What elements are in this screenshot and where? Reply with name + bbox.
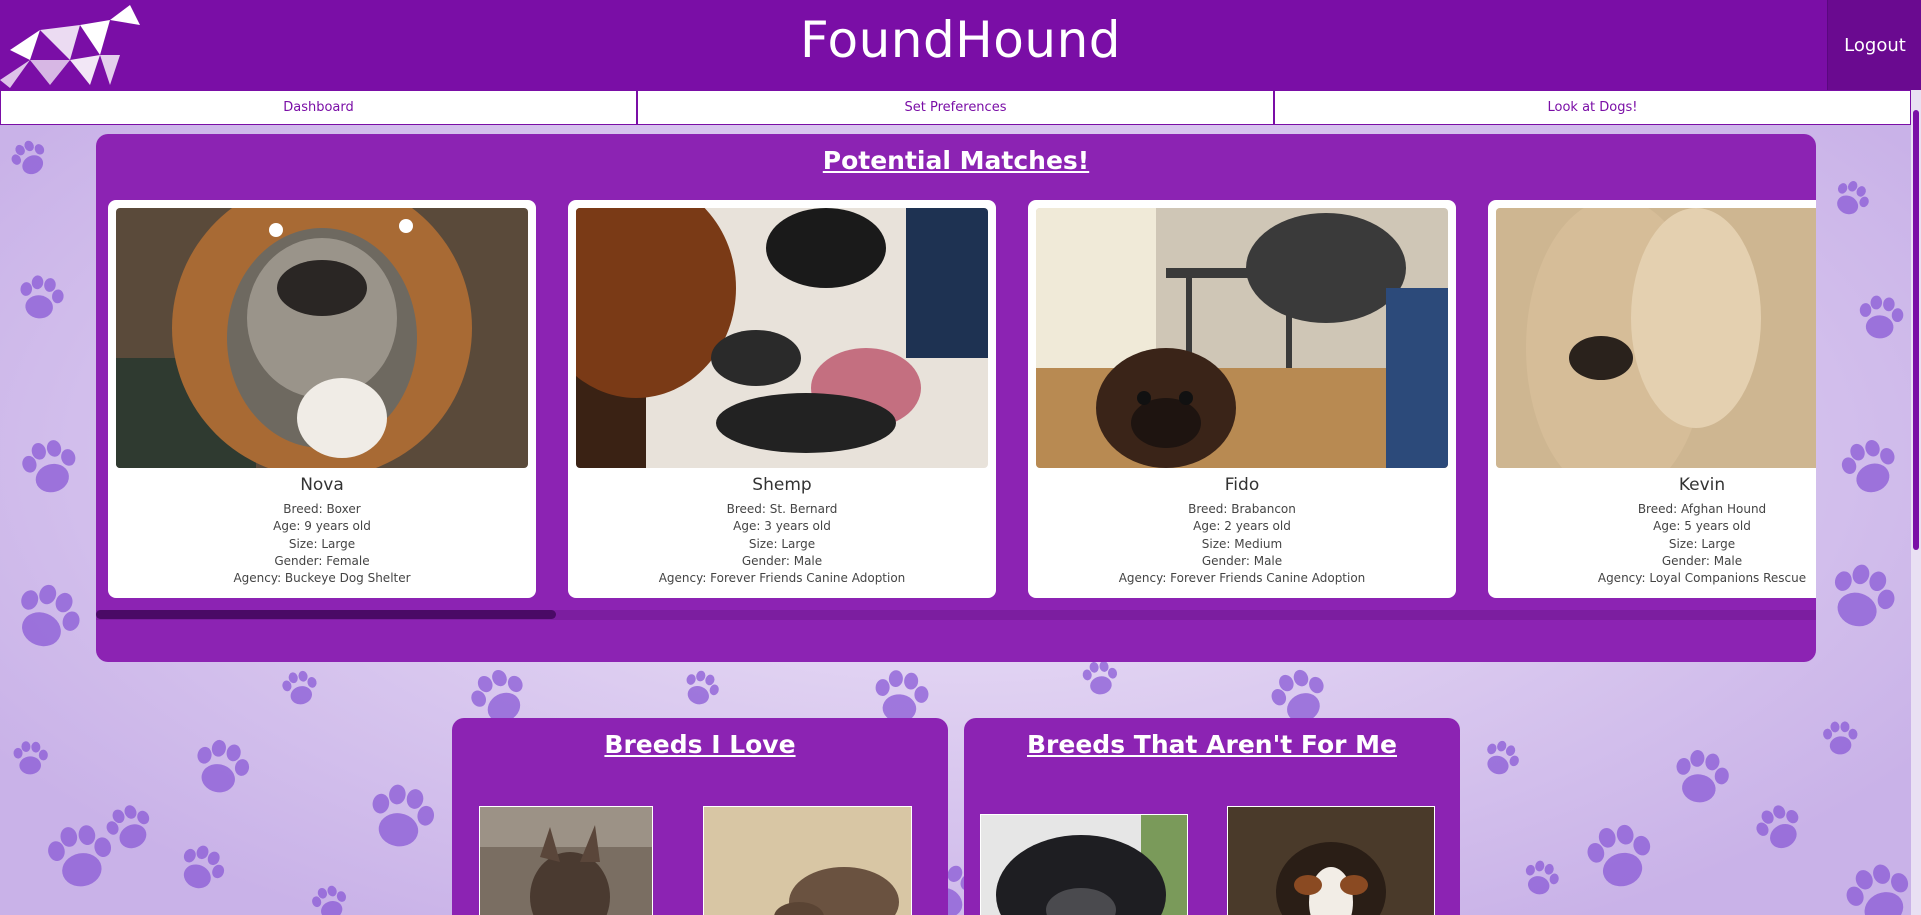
dog-breed: Breed: Brabancon <box>1188 502 1296 516</box>
dog-name: Kevin <box>1678 475 1726 495</box>
dog-photo <box>1036 208 1448 468</box>
dog-size: Size: Large <box>748 537 816 551</box>
dog-age: Age: 3 years old <box>733 519 831 533</box>
dog-card-kevin[interactable]: Kevin Breed: Afghan Hound Age: 5 years o… <box>1488 200 1816 598</box>
dog-name: Shemp <box>752 475 812 495</box>
breed-photo[interactable] <box>703 806 912 915</box>
breeds-i-love-panel: Breeds I Love <box>452 718 948 915</box>
breeds-not-for-me-panel: Breeds That Aren't For Me <box>964 718 1460 915</box>
dog-photo <box>576 208 988 468</box>
dog-agency: Agency: Loyal Companions Rescue <box>1597 571 1807 585</box>
site-header: FoundHound Logout <box>0 0 1921 90</box>
breed-photo[interactable] <box>980 814 1188 915</box>
logout-button[interactable]: Logout <box>1827 0 1921 90</box>
dog-gender: Gender: Female <box>274 554 370 568</box>
nav-set-preferences[interactable]: Set Preferences <box>637 90 1274 125</box>
potential-matches-title: Potential Matches! <box>822 146 1090 175</box>
dog-name: Fido <box>1224 475 1260 495</box>
dog-gender: Gender: Male <box>741 554 823 568</box>
dog-size: Size: Large <box>1668 537 1736 551</box>
carousel-scrollbar-thumb[interactable] <box>96 610 556 619</box>
dog-size: Size: Large <box>288 537 356 551</box>
dog-agency: Agency: Buckeye Dog Shelter <box>233 571 411 585</box>
dog-age: Age: 5 years old <box>1653 519 1751 533</box>
dog-agency: Agency: Forever Friends Canine Adoption <box>658 571 906 585</box>
breeds-not-for-me-title: Breeds That Aren't For Me <box>1027 730 1397 759</box>
site-title: FoundHound <box>800 11 1121 69</box>
breed-photo[interactable] <box>479 806 653 915</box>
page-scrollbar-thumb[interactable] <box>1913 110 1919 550</box>
nav-dashboard[interactable]: Dashboard <box>0 90 637 125</box>
dog-card-fido[interactable]: Fido Breed: Brabancon Age: 2 years old S… <box>1028 200 1456 598</box>
dog-photo <box>116 208 528 468</box>
potential-matches-panel: Potential Matches! Nova Breed: Boxer Age… <box>96 134 1816 662</box>
dog-gender: Gender: Male <box>1661 554 1743 568</box>
breed-photo[interactable] <box>1227 806 1435 915</box>
dog-size: Size: Medium <box>1201 537 1283 551</box>
matches-carousel[interactable]: Nova Breed: Boxer Age: 9 years old Size:… <box>108 200 1816 662</box>
main-nav: Dashboard Set Preferences Look at Dogs! <box>0 90 1911 125</box>
dog-breed: Breed: St. Bernard <box>726 502 838 516</box>
dog-age: Age: 2 years old <box>1193 519 1291 533</box>
dog-card-shemp[interactable]: Shemp Breed: St. Bernard Age: 3 years ol… <box>568 200 996 598</box>
dog-breed: Breed: Afghan Hound <box>1637 502 1767 516</box>
dog-name: Nova <box>300 475 344 495</box>
dog-breed: Breed: Boxer <box>283 502 361 516</box>
dog-agency: Agency: Forever Friends Canine Adoption <box>1118 571 1366 585</box>
nav-look-at-dogs[interactable]: Look at Dogs! <box>1274 90 1911 125</box>
dog-card-nova[interactable]: Nova Breed: Boxer Age: 9 years old Size:… <box>108 200 536 598</box>
dog-gender: Gender: Male <box>1201 554 1283 568</box>
breeds-i-love-title: Breeds I Love <box>604 730 796 759</box>
dog-photo <box>1496 208 1816 468</box>
dog-age: Age: 9 years old <box>273 519 371 533</box>
